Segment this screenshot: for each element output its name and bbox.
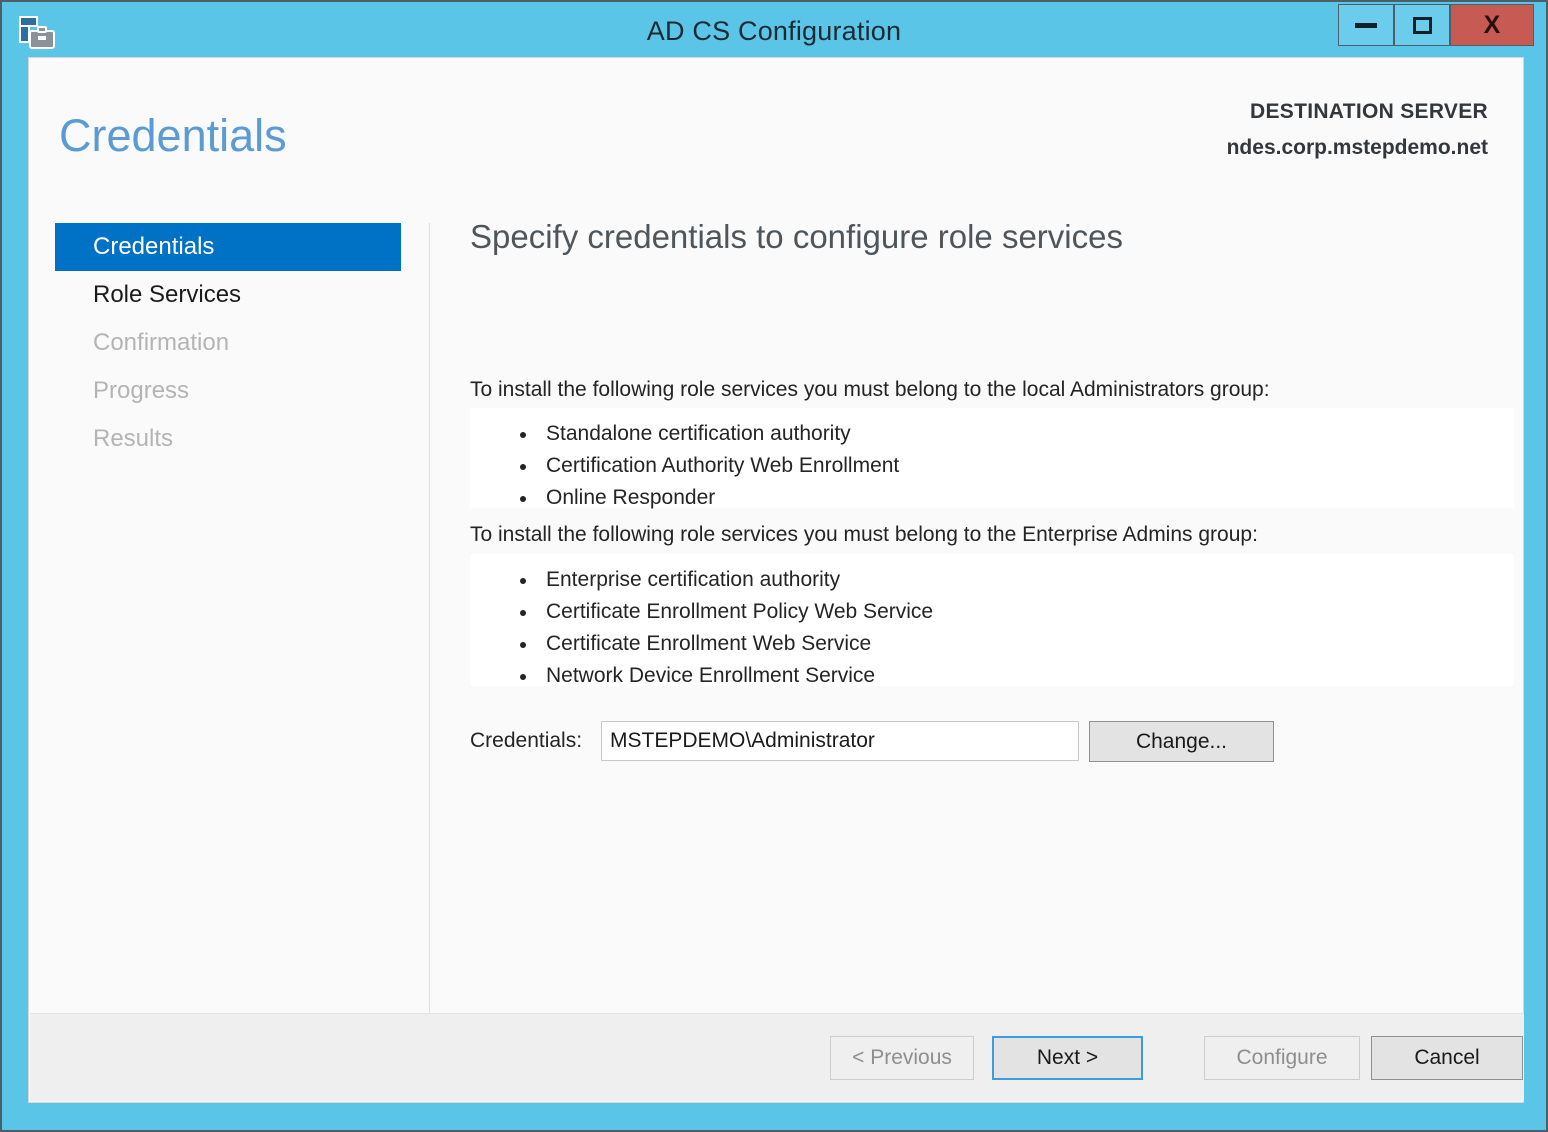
- list-item: Network Device Enrollment Service: [470, 660, 1514, 692]
- nav-content-divider: [429, 223, 430, 1053]
- enterprise-admins-service-list: Enterprise certification authority Certi…: [470, 554, 1514, 687]
- close-button[interactable]: X: [1450, 4, 1534, 46]
- sidebar-item-label: Confirmation: [93, 329, 230, 356]
- sidebar-item-label: Credentials: [93, 233, 215, 260]
- maximize-icon: [1412, 16, 1432, 34]
- local-admins-requirement-text: To install the following role services y…: [470, 378, 1270, 401]
- wizard-footer: < Previous Next > Configure Cancel: [30, 1013, 1524, 1101]
- content-heading: Specify credentials to configure role se…: [470, 218, 1123, 255]
- destination-server-name: ndes.corp.mstepdemo.net: [1226, 136, 1488, 159]
- list-item: Certificate Enrollment Policy Web Servic…: [470, 596, 1514, 628]
- sidebar-item-label: Progress: [93, 377, 190, 404]
- list-item: Online Responder: [470, 482, 1514, 514]
- title-bar: AD CS Configuration X: [2, 2, 1546, 57]
- previous-button: < Previous: [830, 1036, 974, 1080]
- list-item: Enterprise certification authority: [470, 564, 1514, 596]
- sidebar-item-label: Role Services: [93, 281, 242, 308]
- destination-server-block: DESTINATION SERVER ndes.corp.mstepdemo.n…: [1227, 100, 1488, 160]
- sidebar-item-confirmation: Confirmation: [55, 319, 401, 367]
- wizard-step-nav: Credentials Role Services Confirmation P…: [55, 223, 401, 463]
- destination-server-label: DESTINATION SERVER: [1250, 100, 1488, 123]
- page-title: Credentials: [59, 110, 287, 161]
- list-item: Standalone certification authority: [470, 418, 1514, 450]
- close-icon: X: [1483, 10, 1501, 39]
- ad-cs-configuration-window: AD CS Configuration X Credentials DESTIN…: [0, 0, 1548, 1132]
- sidebar-item-progress: Progress: [55, 367, 401, 415]
- wizard-client-area: Credentials DESTINATION SERVER ndes.corp…: [28, 57, 1524, 1103]
- credentials-input[interactable]: [601, 721, 1079, 761]
- local-admins-service-list: Standalone certification authority Certi…: [470, 408, 1514, 509]
- window-title: AD CS Configuration: [646, 16, 902, 46]
- list-item: Certificate Enrollment Web Service: [470, 628, 1514, 660]
- list-item: Certification Authority Web Enrollment: [470, 450, 1514, 482]
- maximize-button[interactable]: [1394, 4, 1450, 46]
- minimize-icon: [1355, 22, 1377, 28]
- next-button[interactable]: Next >: [992, 1036, 1143, 1080]
- credentials-label: Credentials:: [470, 729, 583, 752]
- cancel-button[interactable]: Cancel: [1371, 1036, 1523, 1080]
- sidebar-item-credentials[interactable]: Credentials: [55, 223, 401, 271]
- configure-button: Configure: [1204, 1036, 1360, 1080]
- sidebar-item-role-services[interactable]: Role Services: [55, 271, 401, 319]
- sidebar-item-results: Results: [55, 415, 401, 463]
- sidebar-item-label: Results: [93, 425, 174, 452]
- change-credentials-button[interactable]: Change...: [1089, 721, 1274, 762]
- minimize-button[interactable]: [1338, 4, 1394, 46]
- enterprise-admins-requirement-text: To install the following role services y…: [470, 523, 1258, 546]
